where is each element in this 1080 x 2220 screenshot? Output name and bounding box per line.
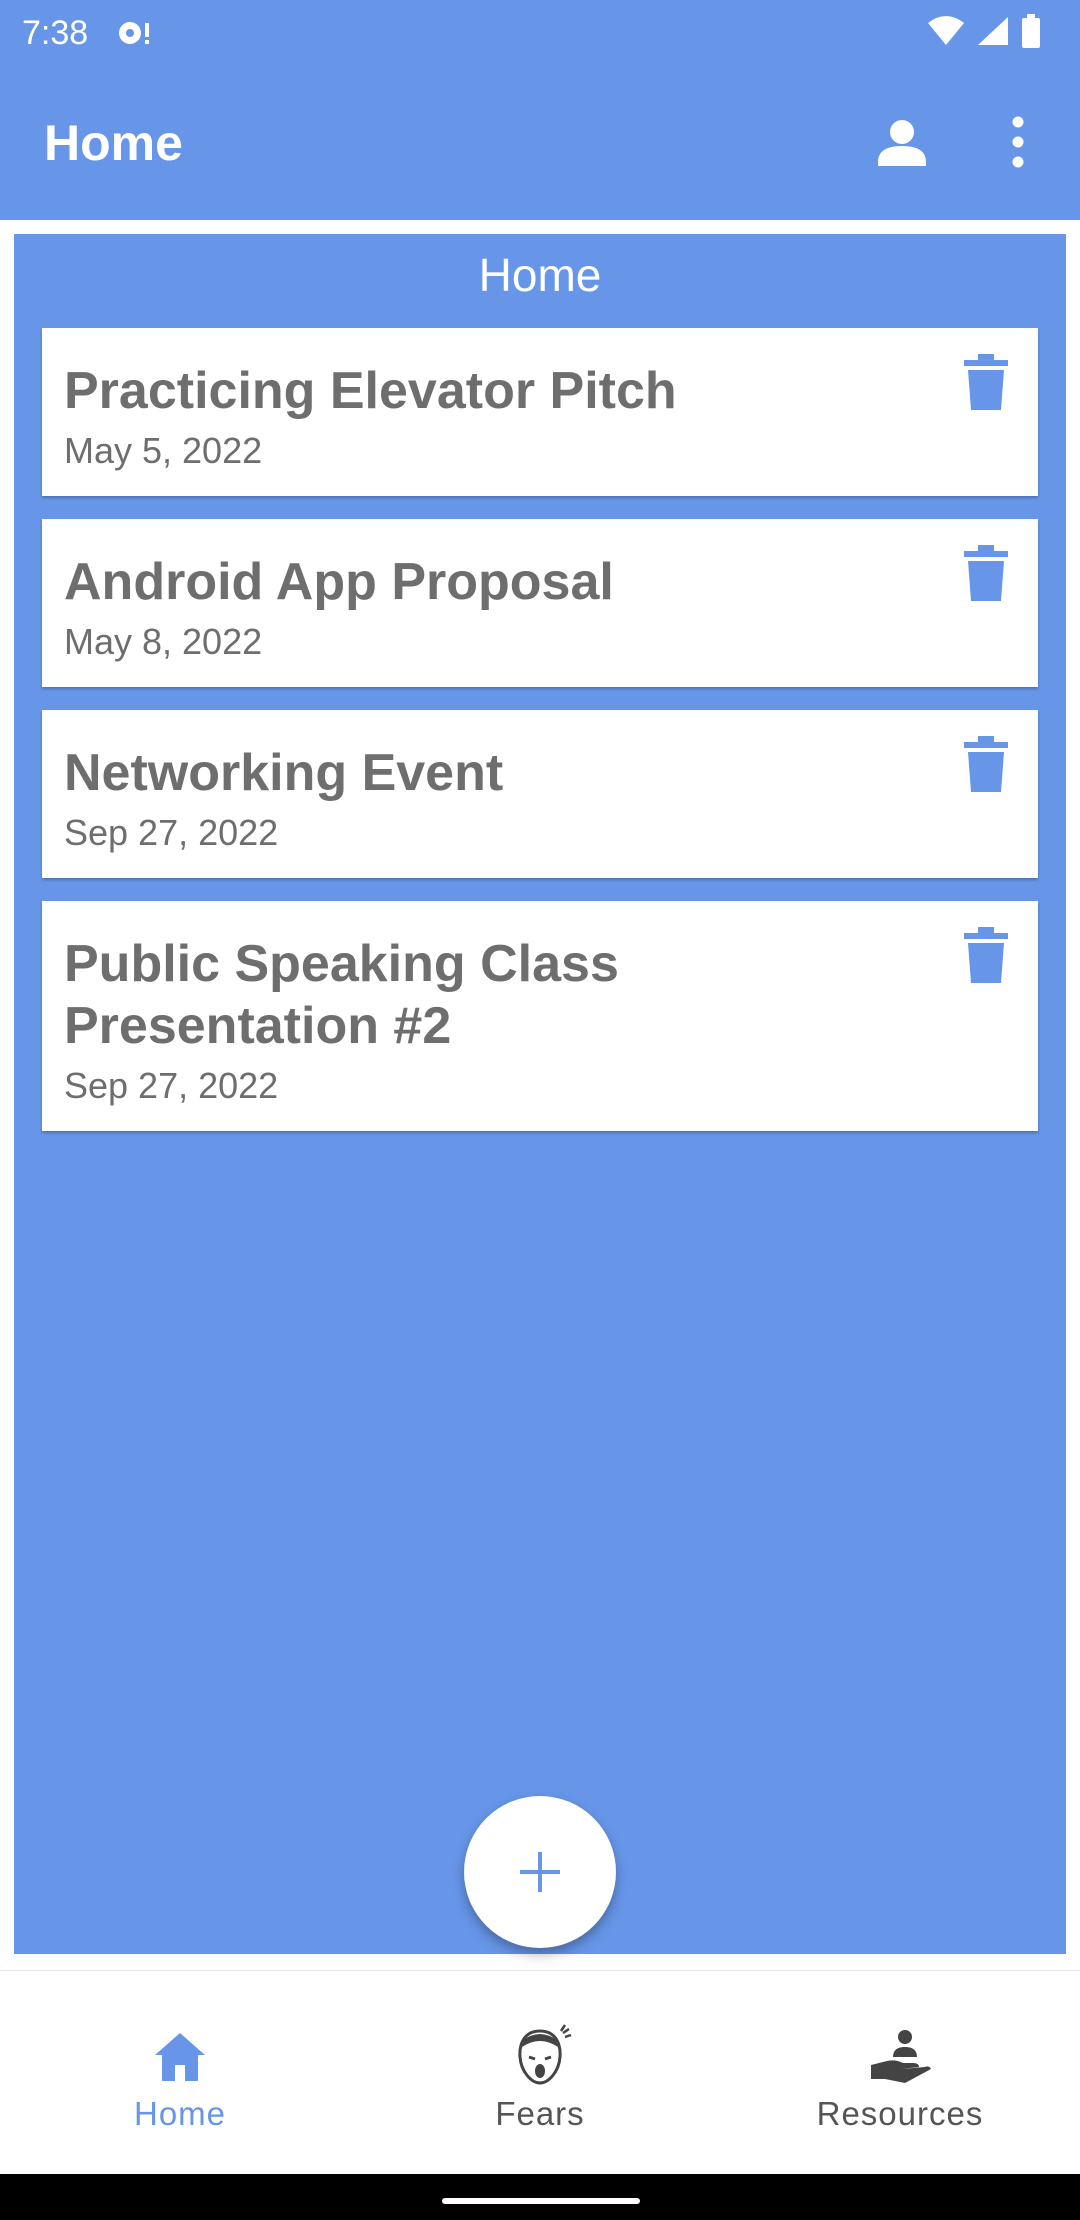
event-card[interactable]: Practicing Elevator Pitch May 5, 2022 [42,328,1038,496]
delete-icon[interactable] [964,927,1008,985]
nav-item-resources[interactable]: Resources [720,1971,1080,2174]
content-heading: Home [478,249,602,301]
delete-icon[interactable] [964,354,1008,412]
home-gesture-bar[interactable] [442,2198,640,2204]
status-time: 7:38 [22,14,89,52]
event-title: Android App Proposal [64,553,614,611]
add-event-button[interactable] [464,1796,616,1948]
system-navigation-bar [0,2174,1080,2220]
app-bar: Home [0,66,1080,220]
event-card[interactable]: Public Speaking Class Presentation #2 Se… [42,901,1038,1131]
notification-icon [119,22,149,44]
event-title: Public Speaking Class Presentation #2 [64,935,619,1055]
event-card[interactable]: Networking Event Sep 27, 2022 [42,710,1038,878]
profile-icon[interactable] [872,112,932,172]
event-title: Practicing Elevator Pitch [64,362,677,420]
event-date: Sep 27, 2022 [64,1065,279,1106]
wifi-icon [928,16,964,45]
event-date: Sep 27, 2022 [64,812,279,853]
more-options-icon[interactable] [994,112,1042,172]
hand-person-icon [871,2030,931,2083]
signal-icon [978,17,1008,45]
nav-label: Fears [495,2095,585,2132]
status-icons [926,14,1042,48]
battery-icon [1022,14,1040,48]
event-date: May 5, 2022 [64,430,263,471]
home-icon [155,2033,205,2081]
nav-item-home[interactable]: Home [0,1971,360,2174]
fears-face-icon [518,2024,572,2085]
event-date: May 8, 2022 [64,621,263,662]
nav-label: Home [133,2095,227,2132]
nav-item-fears[interactable]: Fears [360,1971,720,2174]
status-bar: 7:38 [0,0,1080,66]
app-title: Home [44,115,183,171]
event-card[interactable]: Android App Proposal May 8, 2022 [42,519,1038,687]
trip-list-panel: Home Practicing Elevator Pitch May 5, 20… [14,234,1066,1954]
delete-icon[interactable] [964,736,1008,794]
event-title: Networking Event [64,744,504,802]
plus-icon [520,1852,560,1892]
nav-label: Resources [816,2095,984,2132]
delete-icon[interactable] [964,545,1008,603]
bottom-navigation: Home Fears Resources [0,1970,1080,2174]
event-list: Practicing Elevator Pitch May 5, 2022 An… [42,328,1038,1154]
